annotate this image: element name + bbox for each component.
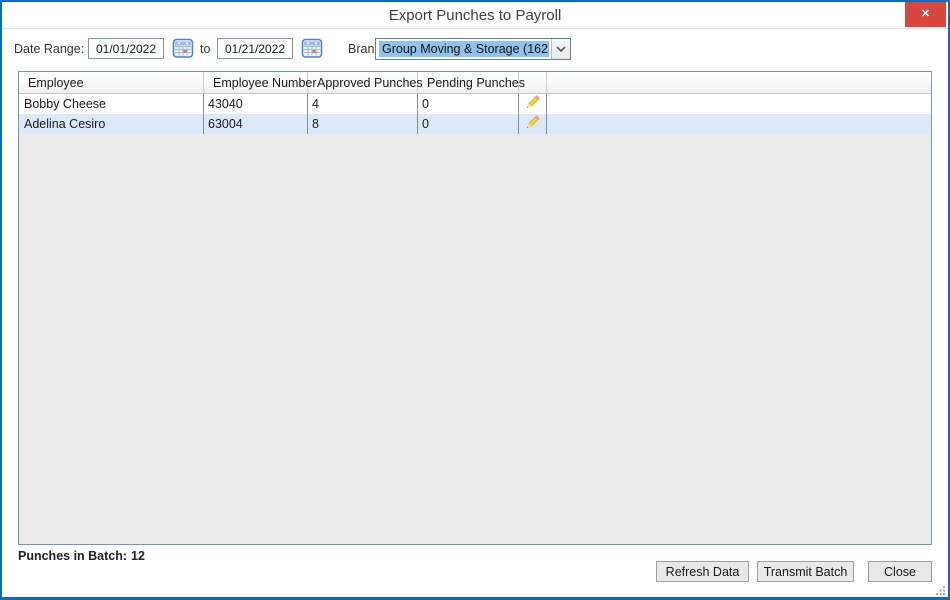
column-header-pending-punches[interactable]: Pending Punches	[418, 72, 519, 93]
column-header-actions[interactable]	[519, 72, 547, 93]
cell-approved-punches: 8	[308, 114, 418, 134]
cell-filler	[547, 94, 931, 114]
transmit-batch-button[interactable]: Transmit Batch	[757, 561, 854, 582]
refresh-data-button[interactable]: Refresh Data	[656, 561, 749, 582]
table-header-row: Employee Employee Number Approved Punche…	[19, 72, 931, 94]
dialog-title: Export Punches to Payroll	[389, 7, 562, 24]
date-range-label: Date Range:	[14, 42, 84, 56]
branch-selected-value: Group Moving & Storage (1623)	[379, 41, 549, 57]
edit-row-button[interactable]	[524, 114, 541, 134]
cell-pending-punches: 0	[418, 94, 519, 114]
calendar-icon	[172, 37, 194, 62]
date-from-calendar-button[interactable]	[171, 38, 194, 60]
to-label: to	[200, 42, 210, 56]
date-to-input[interactable]	[217, 38, 293, 59]
punches-table: Employee Employee Number Approved Punche…	[18, 71, 932, 545]
date-from-input[interactable]	[88, 38, 164, 59]
chevron-down-icon[interactable]	[551, 39, 570, 59]
cell-actions	[519, 114, 547, 134]
punches-in-batch-value: 12	[131, 549, 145, 563]
table-row[interactable]: Bobby Cheese 43040 4 0	[19, 94, 931, 114]
pencil-icon	[524, 94, 541, 114]
close-dialog-button[interactable]: Close	[868, 561, 932, 582]
cell-employee: Adelina Cesiro	[19, 114, 204, 134]
column-header-filler	[547, 72, 931, 93]
branch-select[interactable]: Group Moving & Storage (1623)	[375, 38, 571, 60]
punches-in-batch-label: Punches in Batch:	[18, 549, 127, 563]
close-icon: ✕	[921, 9, 930, 20]
cell-actions	[519, 94, 547, 114]
punches-in-batch-status: Punches in Batch: 12	[18, 549, 145, 563]
resize-grip[interactable]	[935, 583, 946, 594]
cell-approved-punches: 4	[308, 94, 418, 114]
cell-employee-number: 63004	[204, 114, 308, 134]
close-button[interactable]: ✕	[905, 2, 946, 27]
column-header-employee-number[interactable]: Employee Number	[204, 72, 308, 93]
edit-row-button[interactable]	[524, 94, 541, 114]
cell-employee-number: 43040	[204, 94, 308, 114]
calendar-icon	[301, 37, 323, 62]
cell-employee: Bobby Cheese	[19, 94, 204, 114]
table-row[interactable]: Adelina Cesiro 63004 8 0	[19, 114, 931, 134]
titlebar: Export Punches to Payroll	[2, 2, 948, 29]
column-header-employee[interactable]: Employee	[19, 72, 204, 93]
cell-pending-punches: 0	[418, 114, 519, 134]
pencil-icon	[524, 114, 541, 134]
column-header-approved-punches[interactable]: Approved Punches	[308, 72, 418, 93]
date-to-calendar-button[interactable]	[300, 38, 323, 60]
cell-filler	[547, 114, 931, 134]
export-punches-dialog: Export Punches to Payroll ✕ Date Range: …	[0, 0, 950, 600]
